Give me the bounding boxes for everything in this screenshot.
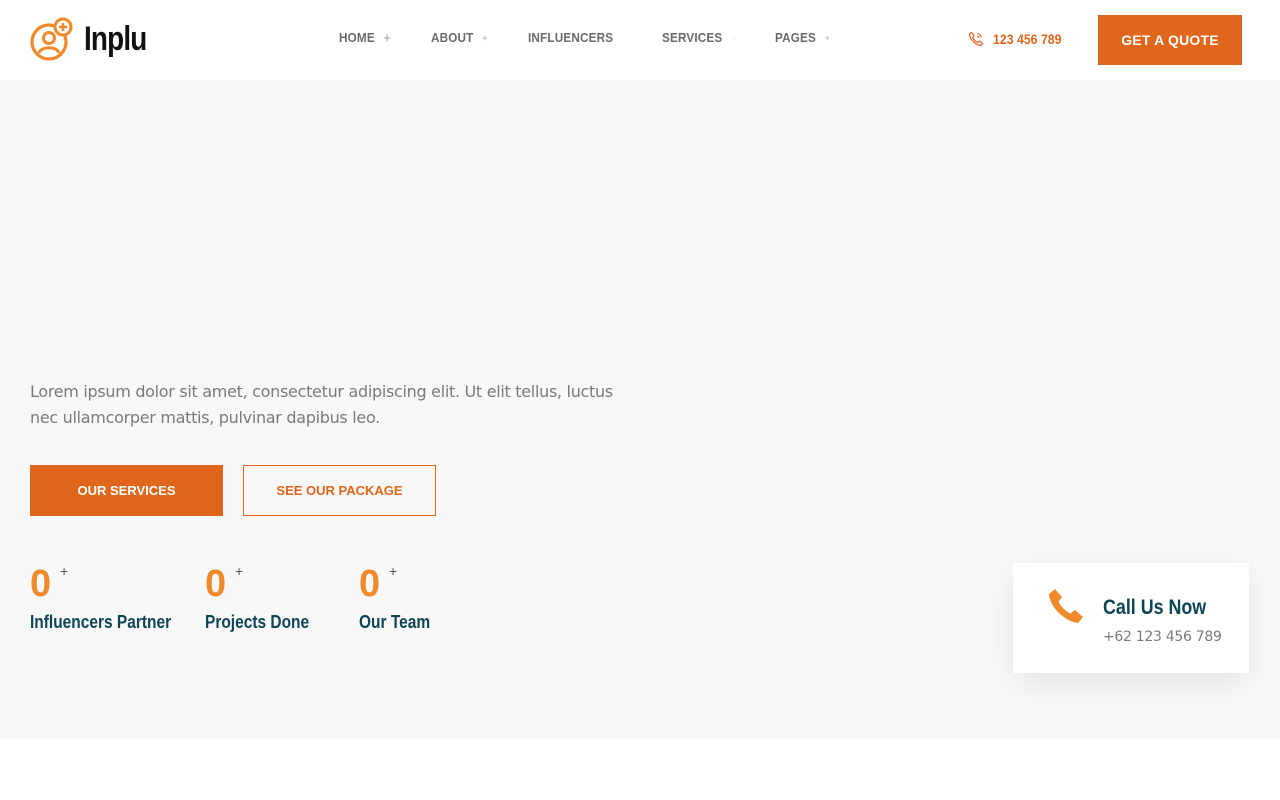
- brand-name: Inplu: [84, 20, 147, 58]
- stat-value: 0: [205, 563, 227, 605]
- phone-icon: [1049, 589, 1083, 623]
- see-our-package-button[interactable]: SEE OUR PACKAGE: [243, 465, 436, 516]
- stat-suffix: +: [235, 563, 244, 579]
- call-us-number: +62 123 456 789: [1103, 629, 1222, 645]
- plus-icon: [733, 36, 735, 39]
- stat-label: Projects Done: [205, 612, 310, 632]
- nav-item-pages[interactable]: PAGES: [775, 30, 829, 45]
- stat-suffix: +: [60, 563, 69, 579]
- nav-item-label: INFLUENCERS: [528, 30, 614, 45]
- nav-item-label: ABOUT: [431, 30, 474, 45]
- nav-item-label: SERVICES: [662, 30, 723, 45]
- stat-projects-done: 0 + Projects Done: [205, 560, 326, 633]
- main-nav: HOME ABOUT INFLUENCERS SERVICES PAGES: [339, 30, 869, 45]
- get-a-quote-button[interactable]: GET A QUOTE: [1098, 15, 1242, 65]
- user-plus-logo-icon: [30, 17, 73, 61]
- stat-suffix: +: [389, 563, 398, 579]
- our-services-button[interactable]: OUR SERVICES: [30, 465, 223, 516]
- stat-our-team: 0 + Our Team: [359, 560, 442, 633]
- plus-icon: [482, 35, 488, 40]
- plus-icon: [824, 35, 829, 40]
- nav-item-influencers[interactable]: INFLUENCERS: [528, 30, 622, 45]
- header-phone-link[interactable]: 123 456 789: [968, 31, 1071, 47]
- nav-item-services[interactable]: SERVICES: [662, 30, 735, 45]
- phone-icon: [968, 31, 984, 47]
- header-phone-number: 123 456 789: [993, 31, 1062, 47]
- call-us-card[interactable]: Call Us Now +62 123 456 789: [1013, 563, 1249, 673]
- nav-item-label: HOME: [339, 30, 375, 45]
- hero-description: Lorem ipsum dolor sit amet, consectetur …: [30, 382, 613, 427]
- stat-value: 0: [359, 563, 381, 605]
- site-header: Inplu HOME ABOUT INFLUENCERS SERVICES PA…: [0, 0, 1280, 80]
- stat-influencers-partner: 0 + Influencers Partner: [30, 560, 194, 633]
- nav-item-about[interactable]: ABOUT: [431, 30, 488, 45]
- call-us-title: Call Us Now: [1103, 596, 1207, 619]
- nav-item-home[interactable]: HOME: [339, 30, 391, 45]
- logo[interactable]: Inplu: [30, 17, 160, 61]
- stat-label: Our Team: [359, 612, 431, 632]
- stat-value: 0: [30, 563, 52, 605]
- stat-label: Influencers Partner: [30, 612, 172, 632]
- plus-icon: [383, 34, 391, 41]
- nav-item-label: PAGES: [775, 30, 817, 45]
- hero-section: Lorem ipsum dolor sit amet, consectetur …: [0, 80, 1280, 739]
